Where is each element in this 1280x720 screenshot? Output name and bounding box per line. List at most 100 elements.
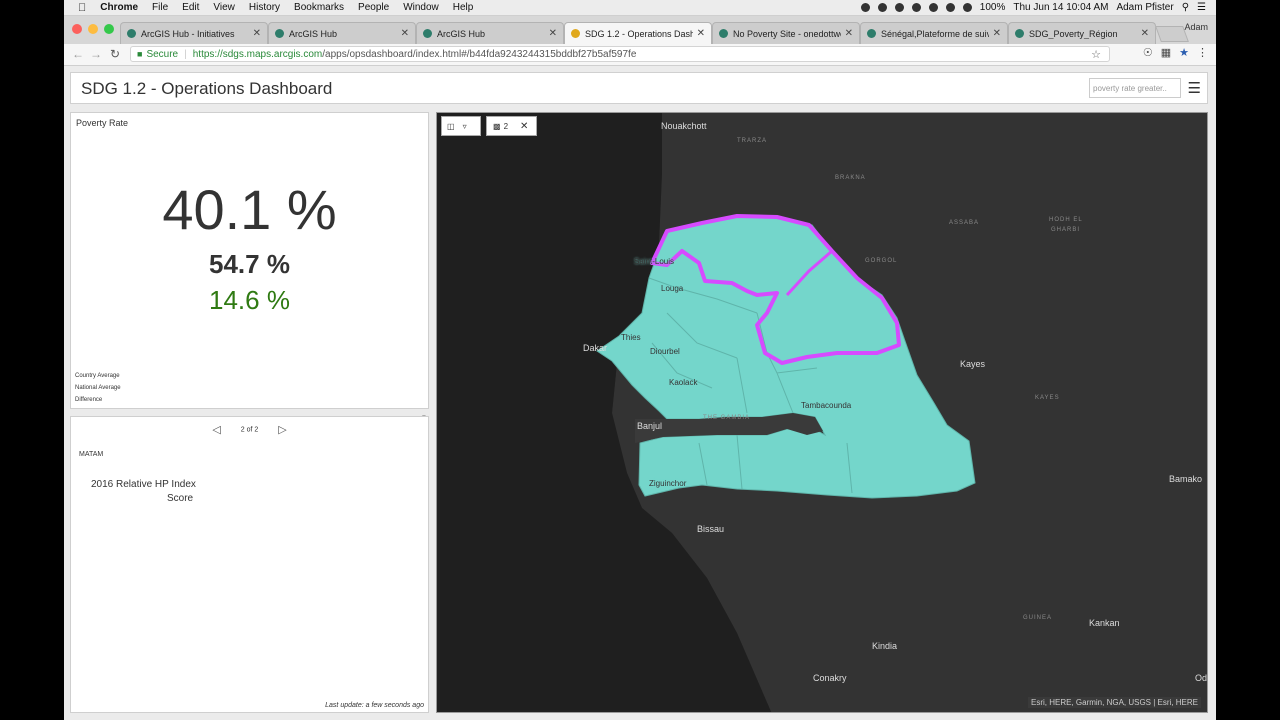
map-label: Conakry (813, 673, 847, 683)
menu-people[interactable]: People (358, 2, 389, 13)
extension-icon[interactable]: ★ (1179, 46, 1189, 59)
layer-filter-tool[interactable]: ◫ ▿ (441, 116, 481, 136)
close-tab-icon[interactable]: ✕ (697, 28, 705, 39)
close-tab-icon[interactable]: ✕ (845, 28, 853, 39)
menu-help[interactable]: Help (453, 2, 474, 13)
globe-icon (275, 29, 284, 38)
extensions: ☉ ▦ ★ ⋮ (1143, 46, 1208, 59)
field-label: 2016 Relative HP Index (91, 479, 196, 490)
window-controls (72, 24, 114, 34)
map-label: Kayes (960, 359, 986, 369)
map-label: Dakar (583, 343, 608, 353)
map-label-faint: BRAKNA (835, 175, 866, 181)
status-icon[interactable] (894, 3, 904, 12)
browser-tab-strip: ArcGIS Hub - Initiatives ✕ ArcGIS Hub ✕ … (64, 16, 1216, 44)
back-icon[interactable]: ← (72, 47, 84, 61)
bookmark-star-icon[interactable]: ☆ (1091, 48, 1101, 61)
tab-hub-2[interactable]: ArcGIS Hub ✕ (268, 22, 416, 44)
region-label: Louga (661, 284, 684, 293)
menu-bookmarks[interactable]: Bookmarks (294, 2, 344, 13)
headphones-icon[interactable] (877, 3, 887, 12)
volume-icon[interactable] (962, 3, 972, 12)
more-menu-icon[interactable]: ⋮ (1197, 46, 1208, 59)
minimize-window-icon[interactable] (88, 24, 98, 34)
map-label-faint: GORGOL (865, 258, 898, 264)
indicator-value: 40.1 % (162, 178, 337, 241)
divider: | (184, 48, 187, 60)
clock-label[interactable]: Thu Jun 14 10:04 AM (1013, 2, 1108, 13)
indicator-title: Poverty Rate (76, 118, 129, 128)
select-icon: ▩ (493, 121, 501, 131)
menu-window[interactable]: Window (403, 2, 439, 13)
battery-label[interactable]: 100% (980, 2, 1006, 13)
selection-tool[interactable]: ▩ 2 ✕ (486, 116, 537, 136)
region-label: Thies (621, 333, 641, 342)
app-menu[interactable]: Chrome (100, 2, 138, 13)
zoom-window-icon[interactable] (104, 24, 114, 34)
map-view[interactable]: ◫ ▿ ▩ 2 ✕ Nouakchott Dakar Banjul Bissau… (436, 112, 1208, 713)
notifications-icon[interactable]: ☰ (1197, 2, 1206, 13)
reload-icon[interactable]: ↻ (110, 47, 120, 61)
clear-selection-icon[interactable]: ✕ (520, 121, 528, 132)
menu-icon[interactable]: ☰ (1188, 79, 1201, 97)
close-tab-icon[interactable]: ✕ (401, 28, 409, 39)
dashboard-icon (571, 29, 580, 38)
close-tab-icon[interactable]: ✕ (1141, 28, 1149, 39)
wifi-icon[interactable] (945, 3, 955, 12)
forward-icon[interactable]: → (90, 47, 102, 61)
poverty-rate-indicator: Poverty Rate 40.1 % 54.7 % 14.6 % Countr… (70, 112, 429, 409)
tab-hub-initiatives[interactable]: ArcGIS Hub - Initiatives ✕ (120, 22, 268, 44)
extension-icon[interactable]: ☉ (1143, 46, 1153, 59)
status-icon[interactable] (928, 3, 938, 12)
search-input[interactable]: poverty rate greater.. (1089, 78, 1181, 98)
globe-icon (867, 29, 876, 38)
menu-file[interactable]: File (152, 2, 168, 13)
globe-icon (719, 29, 728, 38)
clock-icon[interactable] (911, 3, 921, 12)
layers-icon: ◫ (447, 121, 455, 131)
spotlight-icon[interactable]: ⚲ (1182, 2, 1189, 13)
page-indicator: 2 of 2 (240, 426, 259, 434)
status-icon[interactable] (860, 3, 870, 12)
tab-operations-dashboard[interactable]: SDG 1.2 - Operations Dashb ✕ (564, 22, 712, 44)
profile-name[interactable]: Adam (1184, 22, 1208, 32)
indicator-difference: 14.6 % (209, 285, 290, 315)
menu-view[interactable]: View (213, 2, 235, 13)
prev-page-icon[interactable]: ◁ (212, 424, 220, 436)
status-area: 100% Thu Jun 14 10:04 AM Adam Pfister ⚲ … (860, 0, 1206, 15)
map-label-faint: KAYES (1035, 395, 1060, 401)
menu-history[interactable]: History (249, 2, 280, 13)
map-label: Kindia (872, 641, 898, 651)
map-label: Kankan (1089, 618, 1120, 628)
tab-sdg-poverty-region[interactable]: SDG_Poverty_Région ✕ (1008, 22, 1156, 44)
dashboard: SDG 1.2 - Operations Dashboard poverty r… (64, 66, 1216, 720)
apple-icon[interactable]:  (78, 2, 86, 14)
close-tab-icon[interactable]: ✕ (993, 28, 1001, 39)
close-tab-icon[interactable]: ✕ (549, 28, 557, 39)
region-label: Tambacounda (801, 401, 852, 410)
tab-hub-3[interactable]: ArcGIS Hub ✕ (416, 22, 564, 44)
globe-icon (423, 29, 432, 38)
user-label[interactable]: Adam Pfister (1116, 2, 1173, 13)
globe-icon (127, 29, 136, 38)
legend-national-average: National Average (75, 385, 121, 391)
menu-edit[interactable]: Edit (182, 2, 199, 13)
selection-count: 2 (503, 121, 509, 131)
tab-senegal-plateforme[interactable]: Sénégal,Plateforme de suivi ✕ (860, 22, 1008, 44)
close-window-icon[interactable] (72, 24, 82, 34)
map-label: Nouakchott (661, 121, 707, 131)
tab-no-poverty-site[interactable]: No Poverty Site - onedottwo ✕ (712, 22, 860, 44)
map-label-faint: ASSABA (949, 220, 980, 226)
map-label-faint: TRARZA (737, 138, 767, 144)
map-attribution[interactable]: Esri, HERE, Garmin, NGA, USGS | Esri, HE… (1028, 697, 1201, 708)
close-tab-icon[interactable]: ✕ (253, 28, 261, 39)
map-label-faint: GHARBI (1051, 227, 1081, 233)
region-label: Saint-Louis (634, 257, 675, 266)
chevron-down-icon: ▿ (462, 121, 467, 131)
screen:  Chrome File Edit View History Bookmark… (64, 0, 1216, 720)
next-page-icon[interactable]: ▷ (278, 424, 286, 436)
url-field[interactable]: ■ Secure | https://sdgs.maps.arcgis.com … (130, 46, 1110, 62)
extension-icon[interactable]: ▦ (1161, 46, 1171, 59)
map-label: Banjul (637, 421, 663, 431)
indicator-reference: 54.7 % (209, 249, 290, 279)
